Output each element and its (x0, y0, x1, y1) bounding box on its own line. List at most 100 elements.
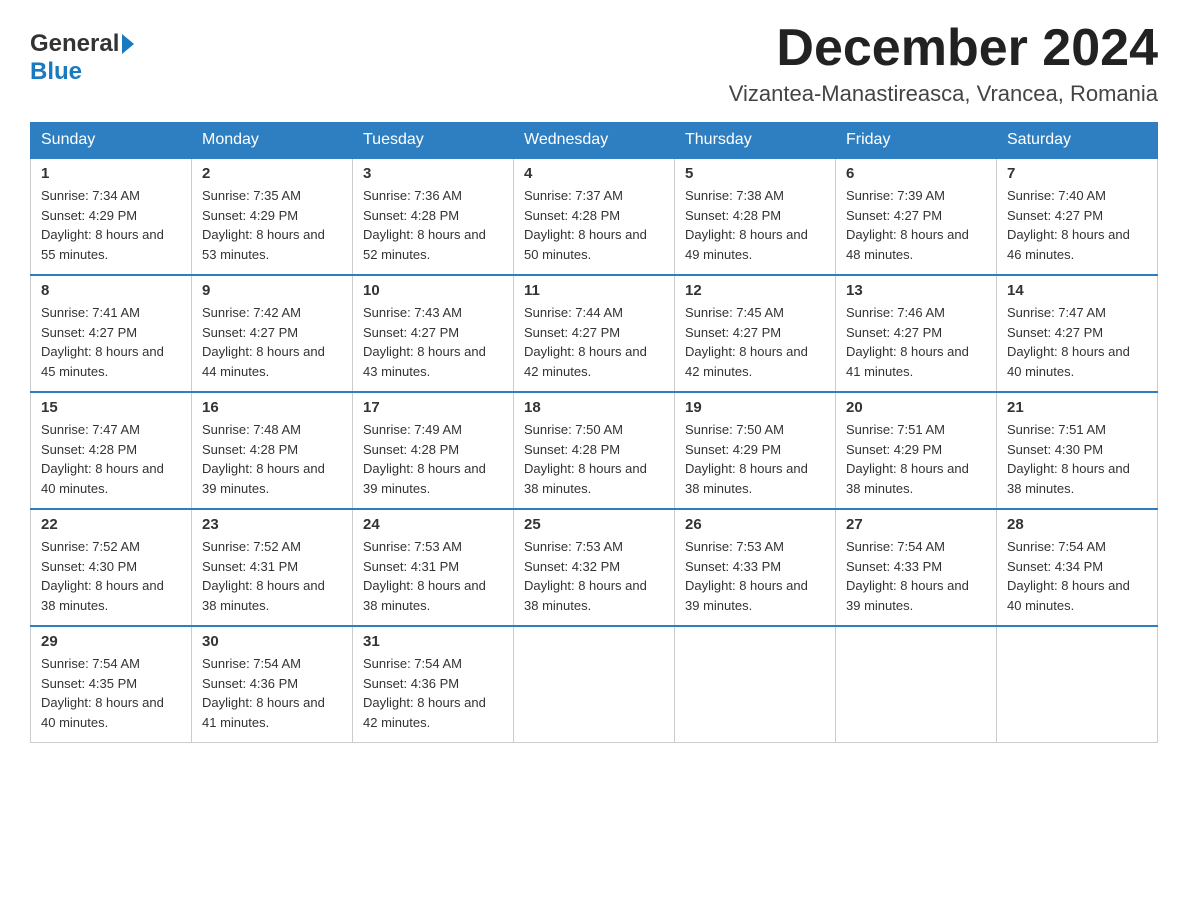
day-info: Sunrise: 7:49 AMSunset: 4:28 PMDaylight:… (363, 422, 486, 496)
calendar-day-cell: 6 Sunrise: 7:39 AMSunset: 4:27 PMDayligh… (836, 158, 997, 275)
day-number: 19 (685, 399, 825, 416)
calendar-week-4: 22 Sunrise: 7:52 AMSunset: 4:30 PMDaylig… (31, 509, 1158, 626)
calendar-week-2: 8 Sunrise: 7:41 AMSunset: 4:27 PMDayligh… (31, 275, 1158, 392)
day-number: 18 (524, 399, 664, 416)
calendar-day-cell: 13 Sunrise: 7:46 AMSunset: 4:27 PMDaylig… (836, 275, 997, 392)
calendar-week-1: 1 Sunrise: 7:34 AMSunset: 4:29 PMDayligh… (31, 158, 1158, 275)
calendar-day-cell: 8 Sunrise: 7:41 AMSunset: 4:27 PMDayligh… (31, 275, 192, 392)
day-number: 3 (363, 165, 503, 182)
calendar-day-cell: 25 Sunrise: 7:53 AMSunset: 4:32 PMDaylig… (514, 509, 675, 626)
header-saturday: Saturday (997, 123, 1158, 159)
calendar-day-cell: 2 Sunrise: 7:35 AMSunset: 4:29 PMDayligh… (192, 158, 353, 275)
day-number: 28 (1007, 516, 1147, 533)
day-number: 20 (846, 399, 986, 416)
day-info: Sunrise: 7:39 AMSunset: 4:27 PMDaylight:… (846, 188, 969, 262)
calendar-day-cell (514, 626, 675, 743)
day-info: Sunrise: 7:51 AMSunset: 4:30 PMDaylight:… (1007, 422, 1130, 496)
day-number: 21 (1007, 399, 1147, 416)
day-info: Sunrise: 7:36 AMSunset: 4:28 PMDaylight:… (363, 188, 486, 262)
day-number: 26 (685, 516, 825, 533)
day-info: Sunrise: 7:41 AMSunset: 4:27 PMDaylight:… (41, 305, 164, 379)
day-number: 7 (1007, 165, 1147, 182)
day-number: 23 (202, 516, 342, 533)
day-info: Sunrise: 7:51 AMSunset: 4:29 PMDaylight:… (846, 422, 969, 496)
calendar-day-cell: 24 Sunrise: 7:53 AMSunset: 4:31 PMDaylig… (353, 509, 514, 626)
day-number: 12 (685, 282, 825, 299)
calendar-day-cell: 17 Sunrise: 7:49 AMSunset: 4:28 PMDaylig… (353, 392, 514, 509)
day-number: 25 (524, 516, 664, 533)
day-info: Sunrise: 7:34 AMSunset: 4:29 PMDaylight:… (41, 188, 164, 262)
day-info: Sunrise: 7:38 AMSunset: 4:28 PMDaylight:… (685, 188, 808, 262)
calendar-day-cell: 4 Sunrise: 7:37 AMSunset: 4:28 PMDayligh… (514, 158, 675, 275)
calendar-day-cell: 31 Sunrise: 7:54 AMSunset: 4:36 PMDaylig… (353, 626, 514, 743)
day-info: Sunrise: 7:46 AMSunset: 4:27 PMDaylight:… (846, 305, 969, 379)
day-number: 4 (524, 165, 664, 182)
day-info: Sunrise: 7:50 AMSunset: 4:29 PMDaylight:… (685, 422, 808, 496)
day-info: Sunrise: 7:54 AMSunset: 4:34 PMDaylight:… (1007, 539, 1130, 613)
header-sunday: Sunday (31, 123, 192, 159)
header-wednesday: Wednesday (514, 123, 675, 159)
day-number: 27 (846, 516, 986, 533)
calendar-day-cell (997, 626, 1158, 743)
logo: General Blue (30, 30, 134, 86)
calendar-day-cell: 20 Sunrise: 7:51 AMSunset: 4:29 PMDaylig… (836, 392, 997, 509)
day-number: 2 (202, 165, 342, 182)
calendar-day-cell: 18 Sunrise: 7:50 AMSunset: 4:28 PMDaylig… (514, 392, 675, 509)
day-number: 31 (363, 633, 503, 650)
logo-general-text: General (30, 30, 119, 58)
day-info: Sunrise: 7:54 AMSunset: 4:36 PMDaylight:… (202, 656, 325, 730)
calendar-day-cell (675, 626, 836, 743)
day-number: 13 (846, 282, 986, 299)
day-number: 8 (41, 282, 181, 299)
day-number: 14 (1007, 282, 1147, 299)
calendar-day-cell: 30 Sunrise: 7:54 AMSunset: 4:36 PMDaylig… (192, 626, 353, 743)
day-info: Sunrise: 7:47 AMSunset: 4:28 PMDaylight:… (41, 422, 164, 496)
page-header: General Blue December 2024 Vizantea-Mana… (30, 20, 1158, 107)
header-friday: Friday (836, 123, 997, 159)
day-number: 22 (41, 516, 181, 533)
day-info: Sunrise: 7:52 AMSunset: 4:31 PMDaylight:… (202, 539, 325, 613)
day-number: 6 (846, 165, 986, 182)
calendar-day-cell: 12 Sunrise: 7:45 AMSunset: 4:27 PMDaylig… (675, 275, 836, 392)
calendar-day-cell: 16 Sunrise: 7:48 AMSunset: 4:28 PMDaylig… (192, 392, 353, 509)
day-number: 17 (363, 399, 503, 416)
calendar-day-cell (836, 626, 997, 743)
calendar-day-cell: 28 Sunrise: 7:54 AMSunset: 4:34 PMDaylig… (997, 509, 1158, 626)
calendar-day-cell: 27 Sunrise: 7:54 AMSunset: 4:33 PMDaylig… (836, 509, 997, 626)
day-info: Sunrise: 7:52 AMSunset: 4:30 PMDaylight:… (41, 539, 164, 613)
header-tuesday: Tuesday (353, 123, 514, 159)
calendar-day-cell: 22 Sunrise: 7:52 AMSunset: 4:30 PMDaylig… (31, 509, 192, 626)
day-info: Sunrise: 7:40 AMSunset: 4:27 PMDaylight:… (1007, 188, 1130, 262)
day-info: Sunrise: 7:47 AMSunset: 4:27 PMDaylight:… (1007, 305, 1130, 379)
calendar-day-cell: 15 Sunrise: 7:47 AMSunset: 4:28 PMDaylig… (31, 392, 192, 509)
calendar-day-cell: 21 Sunrise: 7:51 AMSunset: 4:30 PMDaylig… (997, 392, 1158, 509)
calendar-table: Sunday Monday Tuesday Wednesday Thursday… (30, 122, 1158, 743)
calendar-day-cell: 9 Sunrise: 7:42 AMSunset: 4:27 PMDayligh… (192, 275, 353, 392)
calendar-week-5: 29 Sunrise: 7:54 AMSunset: 4:35 PMDaylig… (31, 626, 1158, 743)
calendar-day-cell: 3 Sunrise: 7:36 AMSunset: 4:28 PMDayligh… (353, 158, 514, 275)
day-info: Sunrise: 7:54 AMSunset: 4:36 PMDaylight:… (363, 656, 486, 730)
calendar-day-cell: 10 Sunrise: 7:43 AMSunset: 4:27 PMDaylig… (353, 275, 514, 392)
calendar-day-cell: 29 Sunrise: 7:54 AMSunset: 4:35 PMDaylig… (31, 626, 192, 743)
weekday-header-row: Sunday Monday Tuesday Wednesday Thursday… (31, 123, 1158, 159)
day-info: Sunrise: 7:44 AMSunset: 4:27 PMDaylight:… (524, 305, 647, 379)
title-section: December 2024 Vizantea-Manastireasca, Vr… (729, 20, 1158, 107)
day-number: 16 (202, 399, 342, 416)
page-title: December 2024 (729, 20, 1158, 77)
calendar-day-cell: 5 Sunrise: 7:38 AMSunset: 4:28 PMDayligh… (675, 158, 836, 275)
day-info: Sunrise: 7:53 AMSunset: 4:33 PMDaylight:… (685, 539, 808, 613)
calendar-day-cell: 1 Sunrise: 7:34 AMSunset: 4:29 PMDayligh… (31, 158, 192, 275)
day-info: Sunrise: 7:42 AMSunset: 4:27 PMDaylight:… (202, 305, 325, 379)
day-info: Sunrise: 7:50 AMSunset: 4:28 PMDaylight:… (524, 422, 647, 496)
header-thursday: Thursday (675, 123, 836, 159)
header-monday: Monday (192, 123, 353, 159)
calendar-day-cell: 7 Sunrise: 7:40 AMSunset: 4:27 PMDayligh… (997, 158, 1158, 275)
day-info: Sunrise: 7:53 AMSunset: 4:31 PMDaylight:… (363, 539, 486, 613)
day-info: Sunrise: 7:45 AMSunset: 4:27 PMDaylight:… (685, 305, 808, 379)
day-info: Sunrise: 7:48 AMSunset: 4:28 PMDaylight:… (202, 422, 325, 496)
day-info: Sunrise: 7:43 AMSunset: 4:27 PMDaylight:… (363, 305, 486, 379)
day-info: Sunrise: 7:54 AMSunset: 4:35 PMDaylight:… (41, 656, 164, 730)
day-info: Sunrise: 7:37 AMSunset: 4:28 PMDaylight:… (524, 188, 647, 262)
logo-arrow-icon (122, 34, 134, 54)
calendar-day-cell: 11 Sunrise: 7:44 AMSunset: 4:27 PMDaylig… (514, 275, 675, 392)
